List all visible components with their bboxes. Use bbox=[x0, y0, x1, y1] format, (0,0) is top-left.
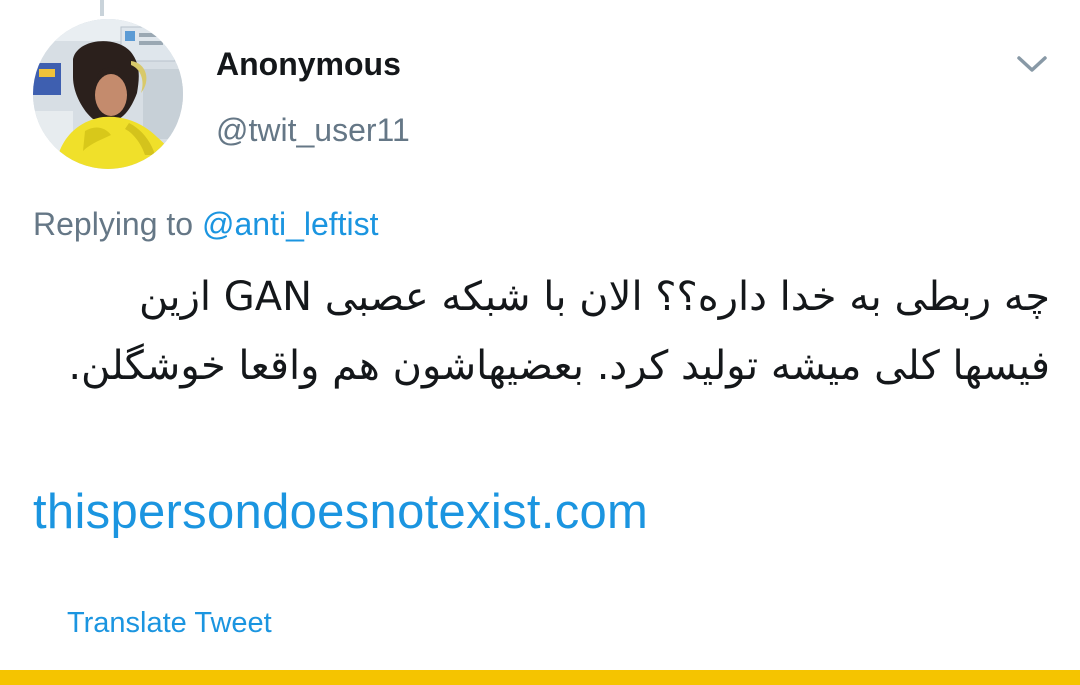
reply-mention-link[interactable]: @anti_leftist bbox=[202, 206, 379, 242]
avatar[interactable] bbox=[33, 19, 183, 169]
bottom-accent-bar bbox=[0, 670, 1080, 685]
replying-to-line: Replying to @anti_leftist bbox=[33, 202, 379, 246]
author-handle[interactable]: @twit_user11 bbox=[216, 108, 410, 152]
user-photo-avatar-icon bbox=[33, 19, 183, 169]
translate-tweet-link[interactable]: Translate Tweet bbox=[67, 604, 272, 642]
chevron-down-icon[interactable] bbox=[1014, 46, 1050, 82]
tweet-screen: Anonymous @twit_user11 Replying to @anti… bbox=[0, 0, 1080, 685]
replying-to-label: Replying to bbox=[33, 206, 194, 242]
thread-connector-line bbox=[100, 0, 104, 16]
tweet-link[interactable]: thispersondoesnotexist.com bbox=[33, 482, 648, 542]
author-name[interactable]: Anonymous bbox=[216, 44, 401, 84]
tweet-text: چه ربطی به خدا داره؟؟ الان با شبکه عصبی … bbox=[68, 274, 1050, 389]
